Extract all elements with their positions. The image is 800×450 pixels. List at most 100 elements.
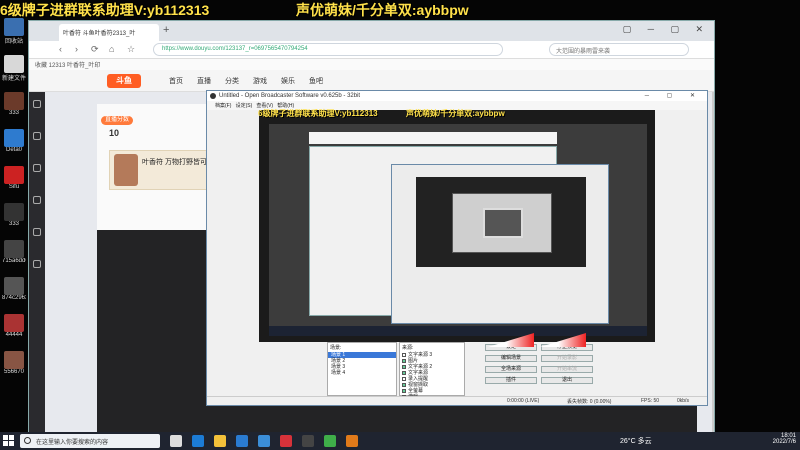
source-checkbox[interactable] — [402, 388, 406, 393]
desktop-icon[interactable]: 333 — [2, 203, 26, 227]
left-nav-item[interactable] — [29, 164, 45, 188]
desktop-icon[interactable]: 44444 — [2, 314, 26, 338]
search-icon — [24, 437, 31, 444]
source-checkbox[interactable] — [402, 382, 406, 387]
weather-widget[interactable]: 26°C 多云 — [620, 436, 652, 446]
desktop-icon-image — [4, 277, 24, 295]
left-nav-item[interactable] — [29, 260, 45, 284]
home-icon[interactable]: ⌂ — [109, 44, 114, 54]
left-nav-item[interactable] — [29, 196, 45, 220]
desktop-icon[interactable]: Sifu — [2, 166, 26, 190]
nested-obs-preview-2 — [452, 193, 552, 253]
desktop-icon-label: 回收站 — [4, 39, 23, 45]
obs-window-controls[interactable]: ─ ▢ ✕ — [645, 92, 703, 99]
browser-icon[interactable] — [324, 435, 336, 447]
site-nav-bar[interactable]: 鱼吧 — [309, 76, 323, 86]
browser-search-box[interactable]: 大范围的暴雨雷来袭 — [549, 43, 689, 56]
taskbar-search[interactable]: 在这里输入你要搜索的内容 — [20, 434, 160, 448]
explorer-icon[interactable] — [214, 435, 226, 447]
nested-browser-bar — [309, 132, 557, 144]
desktop-icon-label: 44444 — [5, 332, 23, 338]
overlay-banner-right: 声优萌妹/千分单双:aybbpw — [296, 2, 469, 18]
app-orange-icon[interactable] — [346, 435, 358, 447]
site-left-nav — [29, 92, 45, 432]
address-bar[interactable]: https://www.douyu.com/123137_r=069756547… — [153, 43, 503, 56]
system-tray-clock[interactable]: 18:01 2022/7/6 — [773, 433, 796, 445]
obs-button[interactable]: 全场来源 — [485, 366, 537, 373]
browser-tab[interactable]: 叶香符 斗鱼叶香符2313_叶 — [59, 24, 159, 41]
source-checkbox[interactable] — [402, 358, 406, 363]
desktop-icon-image — [4, 166, 24, 184]
obs-controls: 场景: 场景 1 场景 2 场景 3 场景 4 来源: 文字来源 3 图片 文字来源 2文… — [207, 342, 707, 400]
source-checkbox[interactable] — [402, 364, 406, 369]
left-nav-item[interactable] — [29, 132, 45, 156]
left-nav-item[interactable] — [29, 100, 45, 124]
browser-window-controls[interactable]: ▢ ─ ▢ ✕ — [623, 24, 710, 35]
obs-icon[interactable] — [302, 435, 314, 447]
desktop-icon-label: 333 — [8, 110, 19, 116]
status-time: 0:00:00 (LIVE) — [507, 398, 540, 404]
scrollbar[interactable] — [712, 92, 714, 432]
nested-obs-preview-3 — [483, 208, 523, 238]
desktop-icon[interactable]: 556670 — [2, 351, 26, 375]
nested-preview — [269, 124, 647, 336]
site-logo[interactable]: 斗鱼 — [107, 74, 141, 88]
start-button[interactable] — [3, 435, 15, 447]
task-view-icon[interactable] — [170, 435, 182, 447]
desktop-icon-label: 新建文件 — [2, 76, 26, 82]
favorite-icon[interactable]: ☆ — [127, 44, 135, 55]
obs-button[interactable]: 开始录影 — [541, 355, 593, 362]
obs-button[interactable]: 退出 — [541, 377, 593, 384]
menu-file[interactable]: 档案(F) — [215, 103, 231, 109]
desktop-icon[interactable]: Deta0 — [2, 129, 26, 153]
desktop-icon[interactable]: 715a6dd6 — [2, 240, 26, 264]
left-nav-item[interactable] — [29, 228, 45, 252]
refresh-icon[interactable]: ⟳ — [91, 44, 99, 55]
site-nav-category[interactable]: 分类 — [225, 76, 239, 86]
scenes-panel: 场景: 场景 1 场景 2 场景 3 场景 4 — [327, 342, 397, 396]
taskbar: 在这里输入你要搜索的内容 26°C 多云 18:01 2022/7/6 — [0, 432, 800, 450]
desktop-icon[interactable]: 333 — [2, 92, 26, 116]
obs-title: Untitled - Open Broadcaster Software v0.… — [219, 93, 361, 99]
app-red-icon[interactable] — [280, 435, 292, 447]
forward-icon[interactable]: › — [75, 44, 78, 54]
audio-meter-mic — [488, 333, 548, 347]
source-checkbox[interactable] — [402, 352, 406, 357]
status-fps: FPS: 50 — [641, 398, 660, 404]
mail-icon[interactable] — [258, 435, 270, 447]
obs-preview[interactable] — [259, 110, 655, 342]
obs-button[interactable]: 编辑场景 — [485, 355, 537, 362]
site-nav-live[interactable]: 直播 — [197, 76, 211, 86]
back-icon[interactable]: ‹ — [59, 44, 62, 54]
site-header: 斗鱼 首页 直播 分类 游戏 娱乐 鱼吧 — [29, 70, 714, 92]
source-checkbox[interactable] — [402, 370, 406, 375]
streamer-card[interactable]: 叶香符 万物打野皆可 — [109, 150, 219, 190]
edge-icon[interactable] — [192, 435, 204, 447]
desktop-icon-image — [4, 18, 24, 36]
sources-header: 来源: — [402, 345, 414, 351]
menu-settings[interactable]: 设定(S) — [236, 103, 253, 109]
desktop-icon-label: Deta0 — [5, 147, 22, 153]
site-nav-ent[interactable]: 娱乐 — [281, 76, 295, 86]
desktop-icon[interactable]: 回收站 — [2, 18, 26, 45]
bookmarks-bar[interactable]: 收藏 12313 叶香符_叶印 — [29, 59, 714, 70]
nested-obs-window — [391, 164, 609, 324]
obs-window: Untitled - Open Broadcaster Software v0.… — [206, 90, 708, 406]
desktop-icon-label: 715a6dd6 — [2, 258, 26, 264]
rank-number: 10 — [109, 128, 120, 138]
obs-button[interactable]: 开始串流 — [541, 366, 593, 373]
desktop-icon-label: 333 — [8, 221, 19, 227]
desktop-icon[interactable]: 874c2963 — [2, 277, 26, 301]
scene-item[interactable]: 场景 4 — [328, 370, 396, 376]
new-tab-button[interactable]: + — [163, 24, 169, 36]
site-nav-home[interactable]: 首页 — [169, 76, 183, 86]
overlay-nested-left: 6级牌子进群联系助理V:yb112313 — [258, 109, 378, 118]
desktop-icon[interactable]: 新建文件 — [2, 55, 26, 82]
site-nav-game[interactable]: 游戏 — [253, 76, 267, 86]
store-icon[interactable] — [236, 435, 248, 447]
navigation-bar: ‹ › ⟳ ⌂ ☆ https://www.douyu.com/123137_r… — [29, 41, 714, 59]
tab-bar: 叶香符 斗鱼叶香符2313_叶 + ▢ ─ ▢ ✕ — [29, 21, 714, 41]
obs-button[interactable]: 插件 — [485, 377, 537, 384]
source-checkbox[interactable] — [402, 376, 406, 381]
nested-obs-preview — [416, 177, 586, 267]
